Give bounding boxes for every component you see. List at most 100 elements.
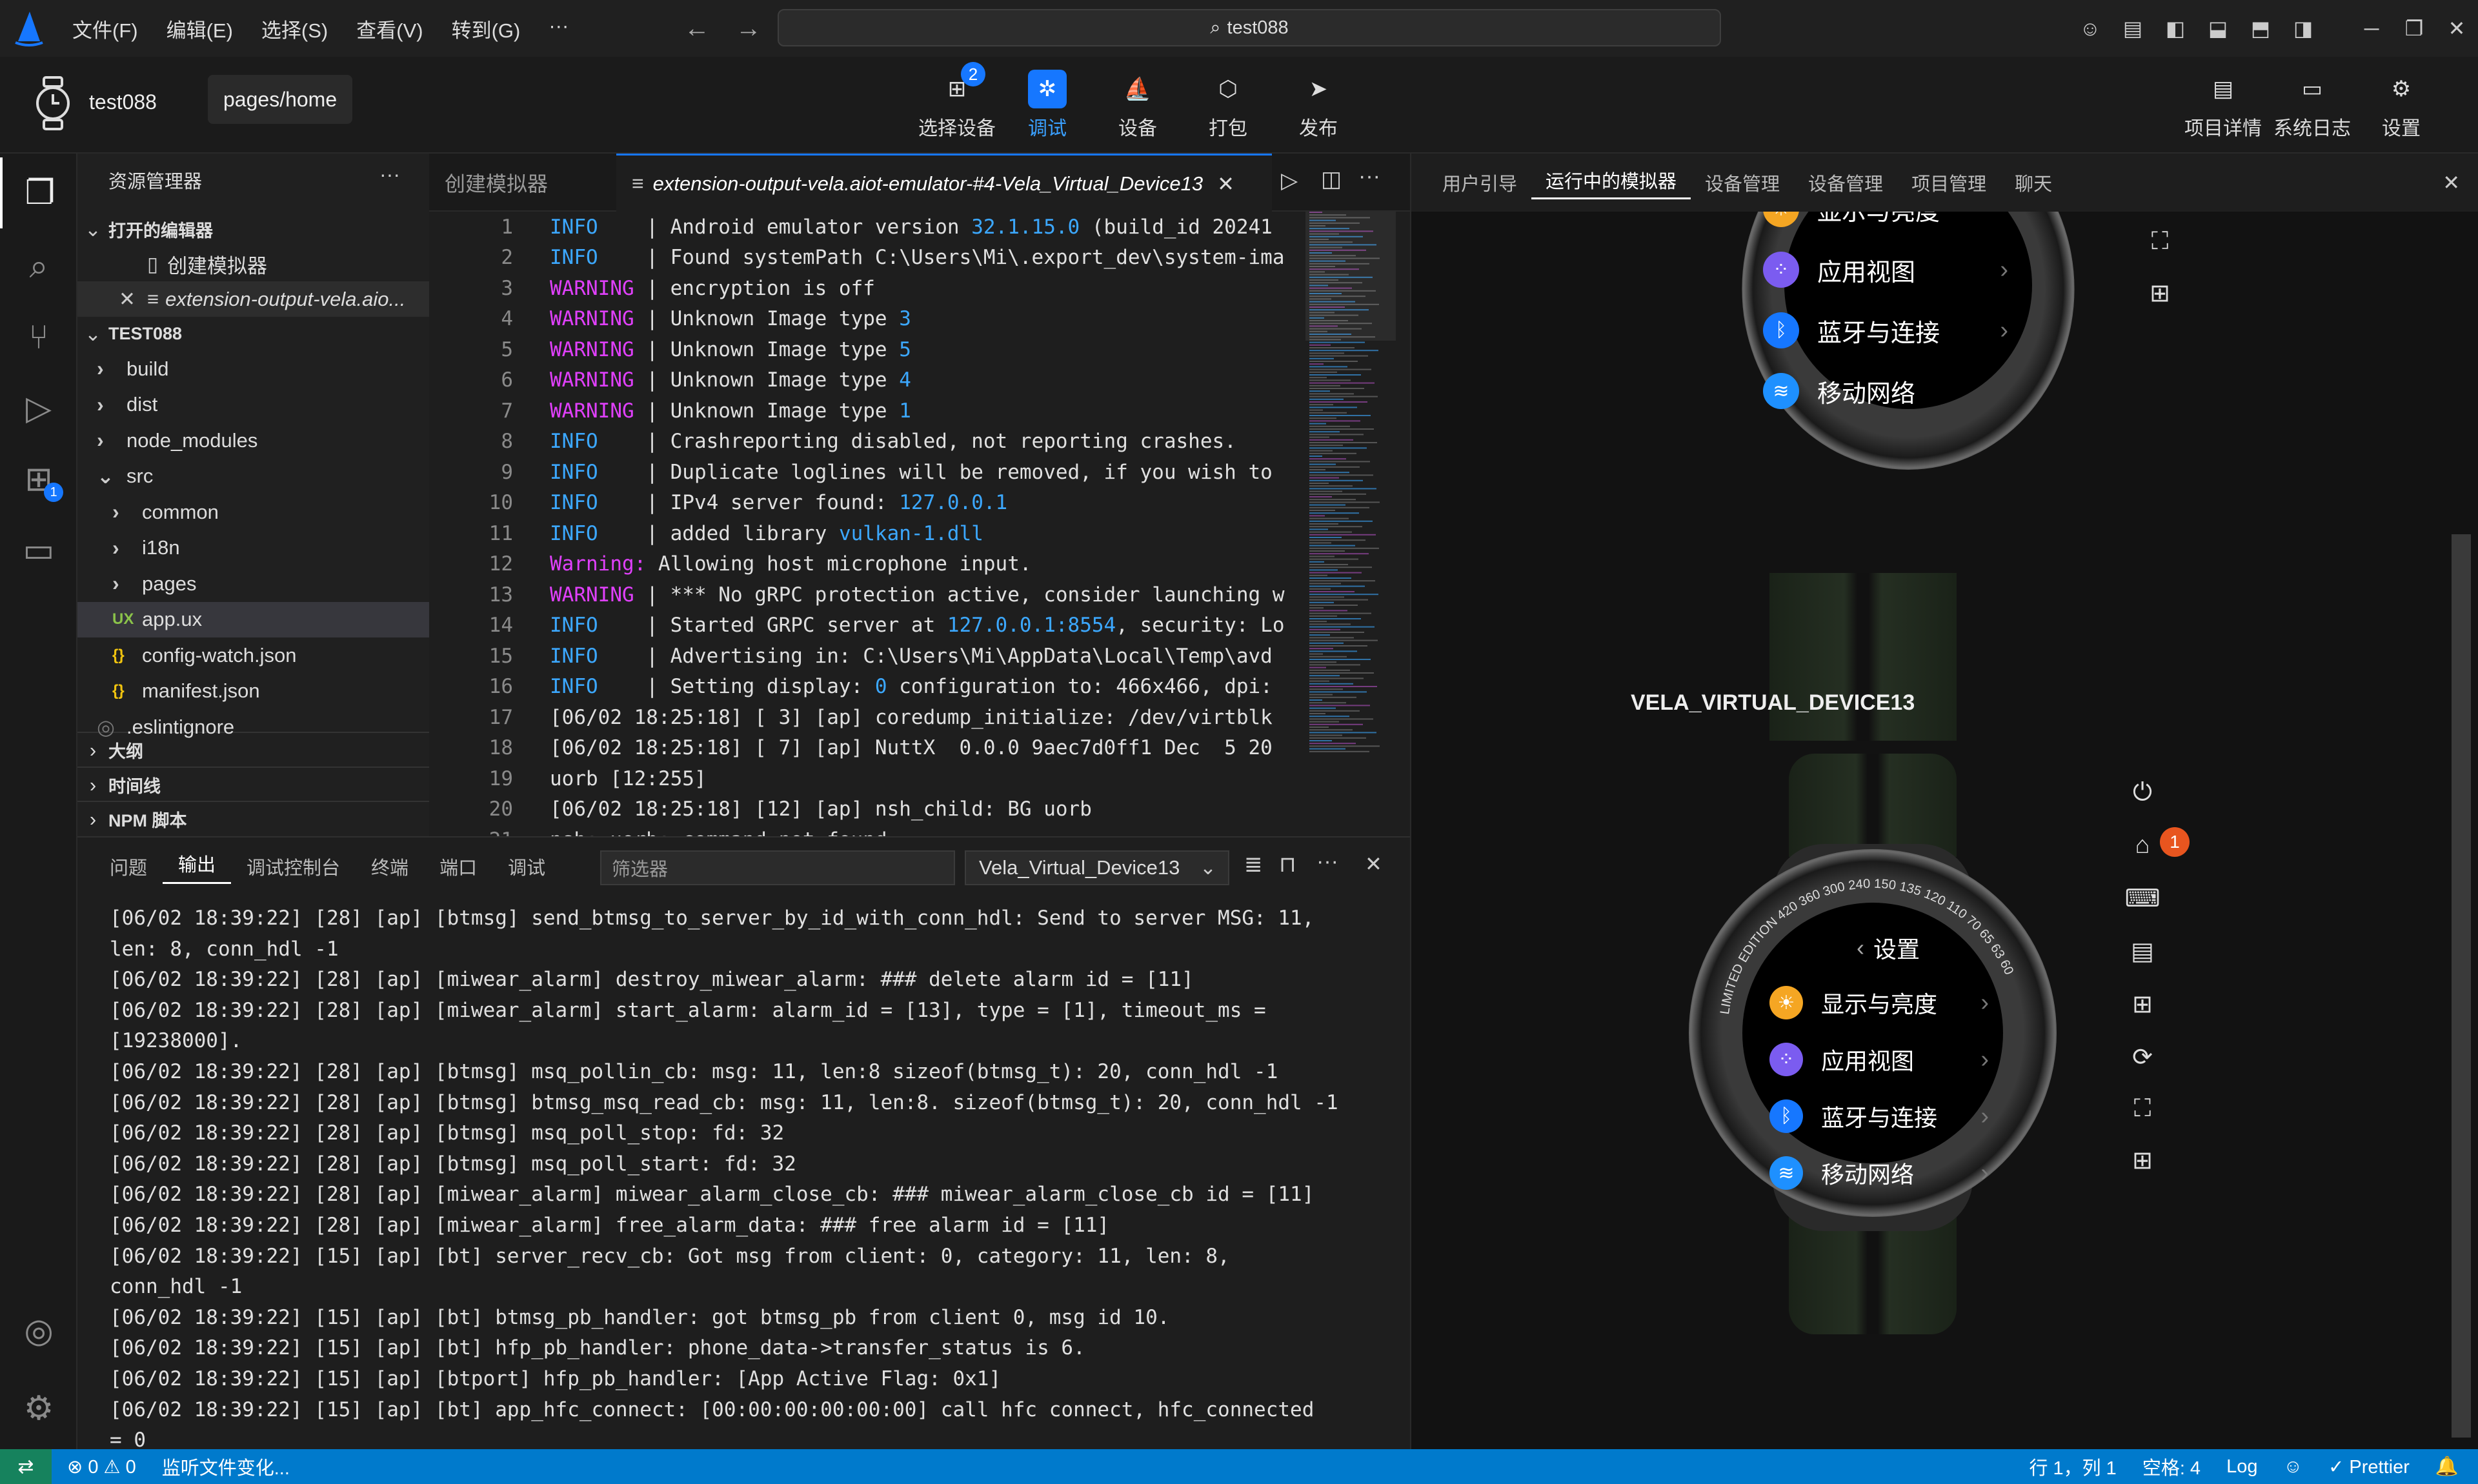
menu-goto[interactable]: 转到(G) [438,14,535,43]
tab-ports[interactable]: 端口 [424,853,492,880]
more-actions-icon[interactable]: ··· [1358,164,1380,189]
source-control-icon[interactable]: ⑂ [0,302,77,373]
toggle-panel-icon[interactable]: ⬓ [2197,16,2239,41]
more-actions-icon[interactable]: ··· [379,163,400,186]
device-button[interactable]: ⛵ 设备 [1096,70,1180,141]
add-icon[interactable]: ⊞ [2141,274,2179,312]
home-icon[interactable]: ⌂ [2123,826,2162,865]
rotate-icon[interactable]: ⟳ [2123,1038,2162,1076]
search-icon[interactable]: ⌕ [0,231,77,302]
system-log-button[interactable]: ▭ 系统日志 [2270,70,2354,141]
tree-item[interactable]: ⌄ src [77,459,429,494]
tab-user-guide[interactable]: 用户引导 [1428,169,1531,196]
tab-device-manager-2[interactable]: 设备管理 [1794,169,1897,196]
open-editor-item[interactable]: ▯ 创建模拟器 [77,246,429,282]
clear-output-icon[interactable]: ≣ [1244,852,1263,877]
tab-project-manager[interactable]: 项目管理 [1897,169,2000,196]
tree-item[interactable]: {} config-watch.json [77,637,429,673]
restore-icon[interactable]: ❐ [2393,16,2435,41]
page-path-selector[interactable]: pages/home [208,75,353,124]
toggle-secondary-sidebar-icon[interactable]: ◨ [2282,16,2324,41]
watch-menu-item[interactable]: ≋ 移动网络 › [1769,1156,1989,1190]
debug-button[interactable]: ✲ 调试 [1005,70,1089,141]
tree-item[interactable]: ◎ .eslintignore [77,709,429,745]
output-channel-select[interactable]: Vela_Virtual_Device13 ⌄ [965,850,1229,885]
tab-device-manager[interactable]: 设备管理 [1691,169,1794,196]
prettier-status[interactable]: ✓ Prettier [2328,1456,2410,1478]
tree-item[interactable]: › i18n [77,530,429,566]
tab-running-emulators[interactable]: 运行中的模拟器 [1531,166,1691,199]
close-panel-icon[interactable]: ✕ [1365,852,1382,876]
code-view[interactable]: 1 INFO | Android emulator version 32.1.15… [429,212,1305,837]
manage-gear-icon[interactable]: ⚙ [0,1373,77,1444]
settings-button[interactable]: ⚙ 设置 [2359,70,2443,141]
back-arrow-icon[interactable]: ← [684,14,710,43]
minimize-icon[interactable]: ─ [2350,17,2393,41]
forward-arrow-icon[interactable]: → [736,14,761,43]
screenshot-icon[interactable]: ⛶ [2123,1089,2162,1128]
watch-emulator[interactable]: LIMITED EDITION 420 360 300 240 150 135 … [1411,754,2444,1444]
select-device-button[interactable]: ⊞ 2 选择设备 [915,62,999,141]
log-icon[interactable]: ▤ [2123,932,2162,970]
watch-menu-item[interactable]: ☀ 显示与亮度 › [1769,986,1989,1019]
lock-scroll-icon[interactable]: ⊓ [1279,852,1296,877]
watch-header[interactable]: ‹ 设置 [1857,931,1920,965]
tree-item[interactable]: {} manifest.json [77,674,429,709]
menu-file[interactable]: 文件(F) [58,14,152,43]
copilot-icon[interactable]: ☺ [2069,17,2111,41]
output-log[interactable]: [06/02 18:39:22] [28] [ap] [btmsg] send_… [77,896,1394,1450]
project-section[interactable]: ⌄ TEST088 [77,316,429,352]
tab-terminal[interactable]: 终端 [356,853,424,880]
tab-debug-console[interactable]: 调试控制台 [231,853,356,880]
tree-item[interactable]: › common [77,494,429,530]
tree-item[interactable]: › dist [77,387,429,423]
tree-item[interactable]: › pages [77,566,429,601]
tab-problems[interactable]: 问题 [94,853,163,880]
power-icon[interactable]: ⏻ [2123,773,2162,812]
account-icon[interactable]: ◎ [0,1296,77,1367]
menu-view[interactable]: 查看(V) [342,14,437,43]
run-debug-icon[interactable]: ▷ [0,373,77,444]
menu-more[interactable]: ··· [534,14,583,43]
toggle-editor-icon[interactable]: ⬒ [2239,16,2282,41]
more-actions-icon[interactable]: ··· [1316,849,1338,874]
indent-spaces[interactable]: 空格: 4 [2142,1453,2201,1480]
device-name[interactable]: test088 [89,90,157,114]
notifications-bell-icon[interactable]: 🔔 [2435,1456,2459,1478]
filter-input[interactable]: 筛选器 [600,850,955,885]
cursor-position[interactable]: 行 1，列 1 [2029,1453,2116,1480]
close-panel-icon[interactable]: ✕ [2443,170,2460,195]
problems-count[interactable]: ⊗ 0 ⚠ 0 [67,1456,136,1478]
menu-select[interactable]: 选择(S) [247,14,342,43]
watch-menu-item[interactable]: ⁘ 应用视图 › [1769,1043,1989,1076]
remote-icon[interactable]: ⇄ [0,1449,52,1484]
watch-menu-item[interactable]: ᛒ 蓝牙与连接 › [1769,1099,1989,1133]
layout-icon[interactable]: ▤ [2111,16,2154,41]
run-icon[interactable]: ▷ [1281,168,1298,194]
publish-button[interactable]: ➤ 发布 [1276,70,1360,141]
close-icon[interactable]: ✕ [119,288,136,311]
screenshot-icon[interactable]: ⛶ [2141,222,2179,261]
language-mode[interactable]: Log [2226,1456,2257,1478]
explorer-icon[interactable]: ❐ [0,157,77,228]
open-editors-section[interactable]: ⌄ 打开的编辑器 [77,212,429,247]
terminal-icon[interactable]: ⌨ [2123,879,2162,917]
minimap[interactable] [1305,212,1396,836]
open-editor-item-active[interactable]: ✕ ≡ extension-output-vela.aio... [77,281,429,317]
tab-create-emulator[interactable]: 创建模拟器 [429,154,616,212]
project-details-button[interactable]: ▤ 项目详情 [2181,70,2265,141]
tree-item[interactable]: › node_modules [77,423,429,458]
tab-extension-output[interactable]: ≡ extension-output-vela.aiot-emulator-#4… [616,154,1272,212]
tab-debug[interactable]: 调试 [492,853,561,880]
toggle-sidebar-icon[interactable]: ◧ [2154,16,2197,41]
add-icon[interactable]: ⊞ [2123,1141,2162,1179]
copilot-status-icon[interactable]: ☺ [2283,1456,2302,1478]
menu-edit[interactable]: 编辑(E) [152,14,247,43]
remote-explorer-icon[interactable]: ▭ [0,515,77,586]
split-editor-icon[interactable]: ◫ [1321,166,1342,192]
apps-icon[interactable]: ⊞ [2123,985,2162,1023]
timeline-section[interactable]: › 时间线 [77,767,429,802]
close-icon[interactable]: ✕ [2435,16,2478,41]
npm-scripts-section[interactable]: › NPM 脚本 [77,801,429,836]
tab-chat[interactable]: 聊天 [2000,169,2066,196]
